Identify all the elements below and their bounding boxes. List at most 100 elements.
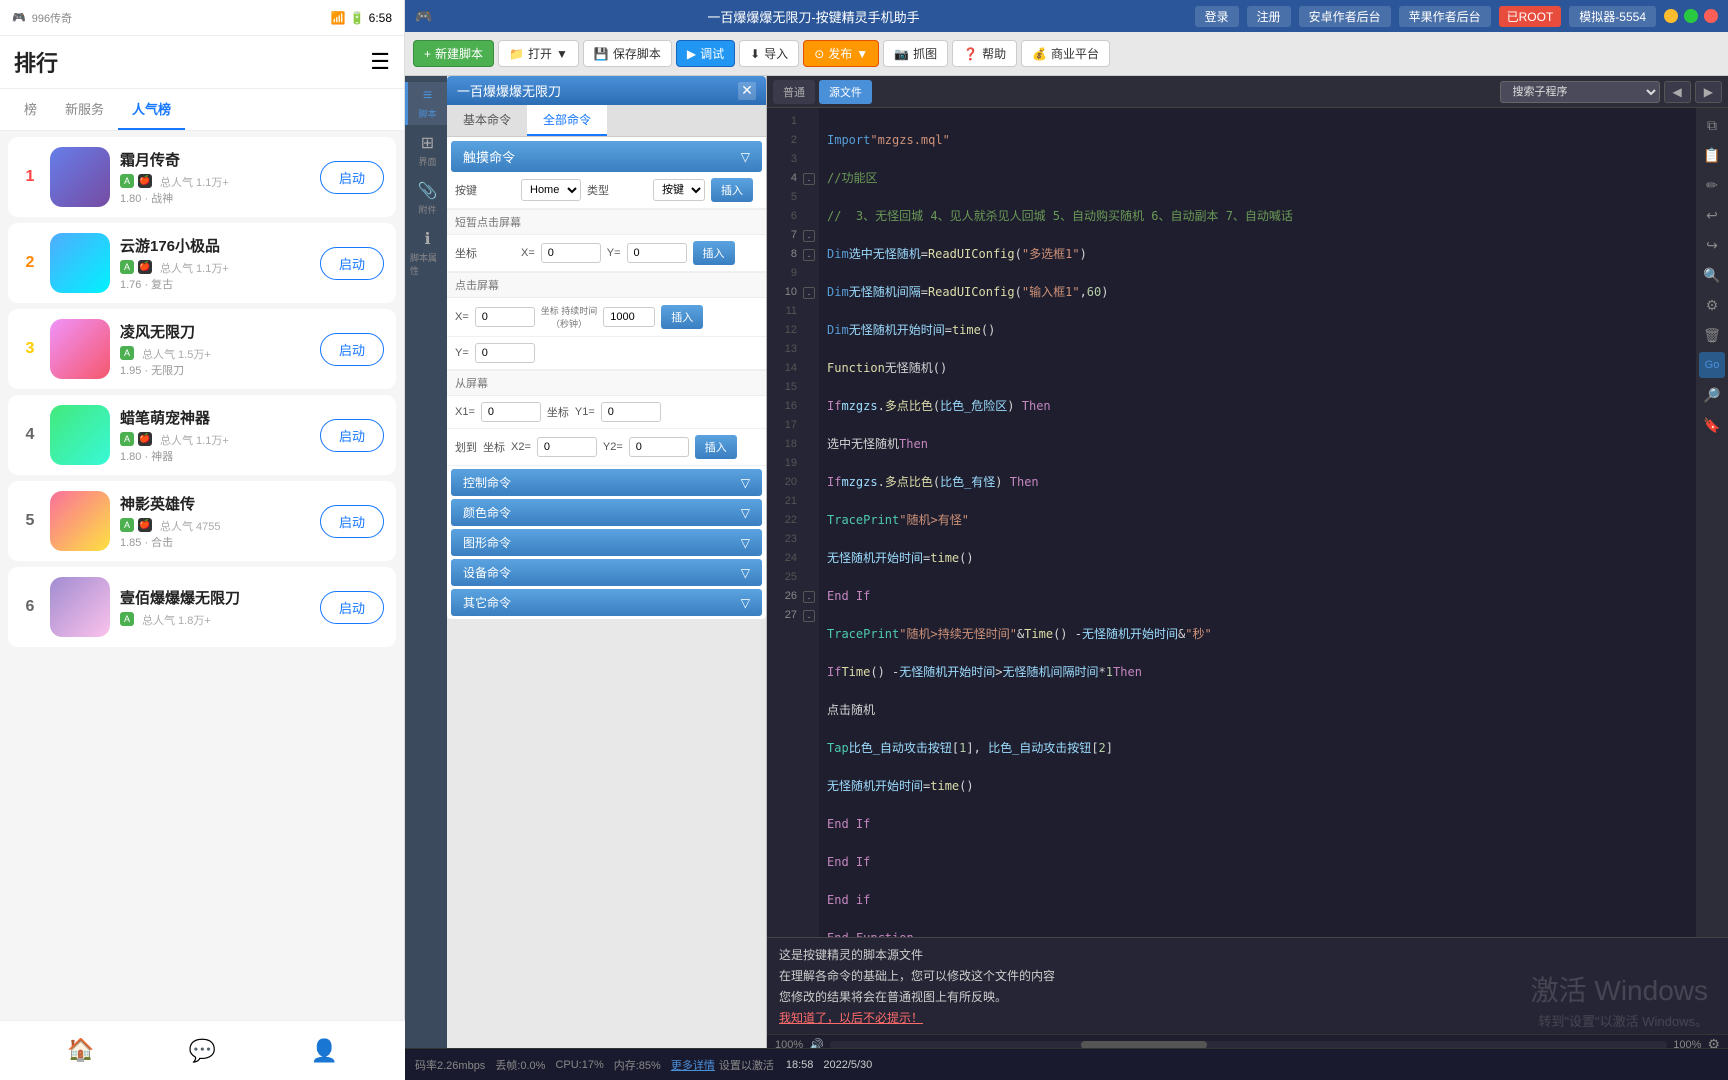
x1-input[interactable]	[481, 402, 541, 422]
info-link[interactable]: 我知道了，以后不必提示！	[779, 1009, 1716, 1026]
y-input[interactable]	[627, 243, 687, 263]
fm-3	[803, 150, 819, 169]
tools-icon[interactable]: ⚙	[1699, 292, 1725, 318]
duration-input[interactable]	[603, 307, 655, 327]
help-btn[interactable]: ❓ 帮助	[952, 40, 1017, 67]
insert-key-btn[interactable]: 插入	[711, 178, 753, 202]
ios-backend-btn[interactable]: 苹果作者后台	[1399, 6, 1491, 27]
type-select[interactable]: 按键	[653, 179, 705, 201]
copy-icon[interactable]: ⧉	[1699, 112, 1725, 138]
fm-12	[803, 321, 819, 340]
tab-normal[interactable]: 普通	[773, 80, 815, 104]
maximize-btn[interactable]	[1684, 9, 1698, 23]
subroutine-dropdown[interactable]: 搜索子程序	[1500, 81, 1660, 103]
prev-nav-btn[interactable]: ◀	[1664, 81, 1691, 103]
home-bottom-icon[interactable]: 🏠	[67, 1037, 94, 1065]
x2-input[interactable]	[475, 307, 535, 327]
y2-input[interactable]	[629, 437, 689, 457]
touch-expand-icon[interactable]: ▽	[741, 150, 750, 164]
edit-icon[interactable]: ✏	[1699, 172, 1725, 198]
shape-section[interactable]: 图形命令 ▽	[451, 529, 762, 556]
save-label: 保存脚本	[613, 45, 661, 62]
close-btn[interactable]	[1704, 9, 1718, 23]
debug-btn[interactable]: ▶ 调试	[676, 40, 735, 67]
ln-16: 16	[767, 397, 797, 416]
code-line-9: 选中无怪随机 Then	[827, 435, 1688, 454]
no-show-link[interactable]: 我知道了，以后不必提示！	[779, 1011, 923, 1025]
touch-section-header[interactable]: 触摸命令 ▽	[451, 141, 762, 172]
basic-commands-tab[interactable]: 基本命令	[447, 105, 527, 136]
sidebar-item-ui[interactable]: ⊞ 界面	[405, 128, 447, 173]
user-bottom-icon[interactable]: 👤	[310, 1038, 337, 1064]
coord-label2: 坐标	[547, 404, 569, 420]
bookmark-icon[interactable]: 🔖	[1699, 412, 1725, 438]
ln-3: 3	[767, 150, 797, 169]
insert-duration-btn[interactable]: 插入	[661, 305, 703, 329]
insert-swipe-btn[interactable]: 插入	[695, 435, 737, 459]
next-nav-btn[interactable]: ▶	[1695, 81, 1722, 103]
plus-icon: +	[424, 47, 431, 61]
new-script-btn[interactable]: + 新建脚本	[413, 40, 494, 67]
launch-btn-6[interactable]: 启动	[320, 591, 384, 624]
x2-input2[interactable]	[537, 437, 597, 457]
code-line-19: End If	[827, 815, 1688, 834]
android-backend-btn[interactable]: 安卓作者后台	[1299, 6, 1391, 27]
fold-marker-26[interactable]: -	[803, 591, 815, 603]
launch-btn-5[interactable]: 启动	[320, 505, 384, 538]
other-section[interactable]: 其它命令 ▽	[451, 589, 762, 616]
menu-icon[interactable]: ☰	[370, 49, 390, 75]
more-metric[interactable]: 更多详情 设置以激活	[671, 1057, 774, 1073]
tab-popular[interactable]: 人气榜	[118, 89, 185, 130]
win-controls	[1664, 9, 1718, 23]
capture-btn[interactable]: 📷 抓图	[883, 40, 948, 67]
tab-source[interactable]: 源文件	[819, 80, 872, 104]
control-section[interactable]: 控制命令 ▽	[451, 469, 762, 496]
script-list-icon: ≡	[423, 87, 432, 105]
save-btn[interactable]: 💾 保存脚本	[583, 40, 672, 67]
commercial-btn[interactable]: 💰 商业平台	[1021, 40, 1110, 67]
coord-label3: 坐标	[483, 439, 505, 455]
fold-marker-10[interactable]: -	[803, 287, 815, 299]
fold-marker-27[interactable]: -	[803, 610, 815, 622]
undo-icon[interactable]: ↩	[1699, 202, 1725, 228]
delete-icon[interactable]: 🗑	[1699, 322, 1725, 348]
launch-btn-2[interactable]: 启动	[320, 247, 384, 280]
all-commands-tab[interactable]: 全部命令	[527, 105, 607, 136]
commands-scroll[interactable]: 触摸命令 ▽ 按键 Home 类型 按键 插入	[447, 137, 766, 619]
minimize-btn[interactable]	[1664, 9, 1678, 23]
open-btn[interactable]: 📁 打开 ▼	[498, 40, 579, 67]
dialog-close-btn[interactable]: ✕	[738, 82, 756, 100]
color-section[interactable]: 颜色命令 ▽	[451, 499, 762, 526]
y1-input[interactable]	[601, 402, 661, 422]
tab-bang[interactable]: 榜	[10, 89, 51, 130]
fm-21	[803, 492, 819, 511]
device-section[interactable]: 设备命令 ▽	[451, 559, 762, 586]
login-btn[interactable]: 登录	[1195, 6, 1239, 27]
ln-23: 23	[767, 530, 797, 549]
redo-icon[interactable]: ↪	[1699, 232, 1725, 258]
fold-marker-8[interactable]: -	[803, 249, 815, 261]
ui-icon: ⊞	[421, 133, 434, 153]
find-icon[interactable]: 🔍	[1699, 262, 1725, 288]
x-input[interactable]	[541, 243, 601, 263]
fold-marker-7[interactable]: -	[803, 230, 815, 242]
shape-expand-icon: ▽	[741, 536, 750, 550]
social-bottom-icon[interactable]: 💬	[189, 1038, 216, 1064]
y3-input[interactable]	[475, 343, 535, 363]
insert-click-btn[interactable]: 插入	[693, 241, 735, 265]
sidebar-item-script[interactable]: ≡ 脚本	[405, 82, 447, 125]
tab-new-service[interactable]: 新服务	[51, 89, 118, 130]
search2-icon[interactable]: 🔎	[1699, 382, 1725, 408]
launch-btn-1[interactable]: 启动	[320, 161, 384, 194]
sidebar-item-attachment[interactable]: 📎 附件	[405, 176, 447, 221]
publish-btn[interactable]: ⊙ 发布 ▼	[803, 40, 879, 67]
launch-btn-3[interactable]: 启动	[320, 333, 384, 366]
paste-icon[interactable]: 📋	[1699, 142, 1725, 168]
fold-marker-4[interactable]: -	[803, 173, 815, 185]
sidebar-item-properties[interactable]: ℹ 脚本属性	[405, 224, 447, 282]
code-content[interactable]: Import "mzgzs.mql" //功能区 // 3、无怪回城 4、见人就…	[819, 108, 1696, 937]
import-btn[interactable]: ⬇ 导入	[739, 40, 799, 67]
launch-btn-4[interactable]: 启动	[320, 419, 384, 452]
register-btn[interactable]: 注册	[1247, 6, 1291, 27]
key-select[interactable]: Home	[521, 179, 581, 201]
